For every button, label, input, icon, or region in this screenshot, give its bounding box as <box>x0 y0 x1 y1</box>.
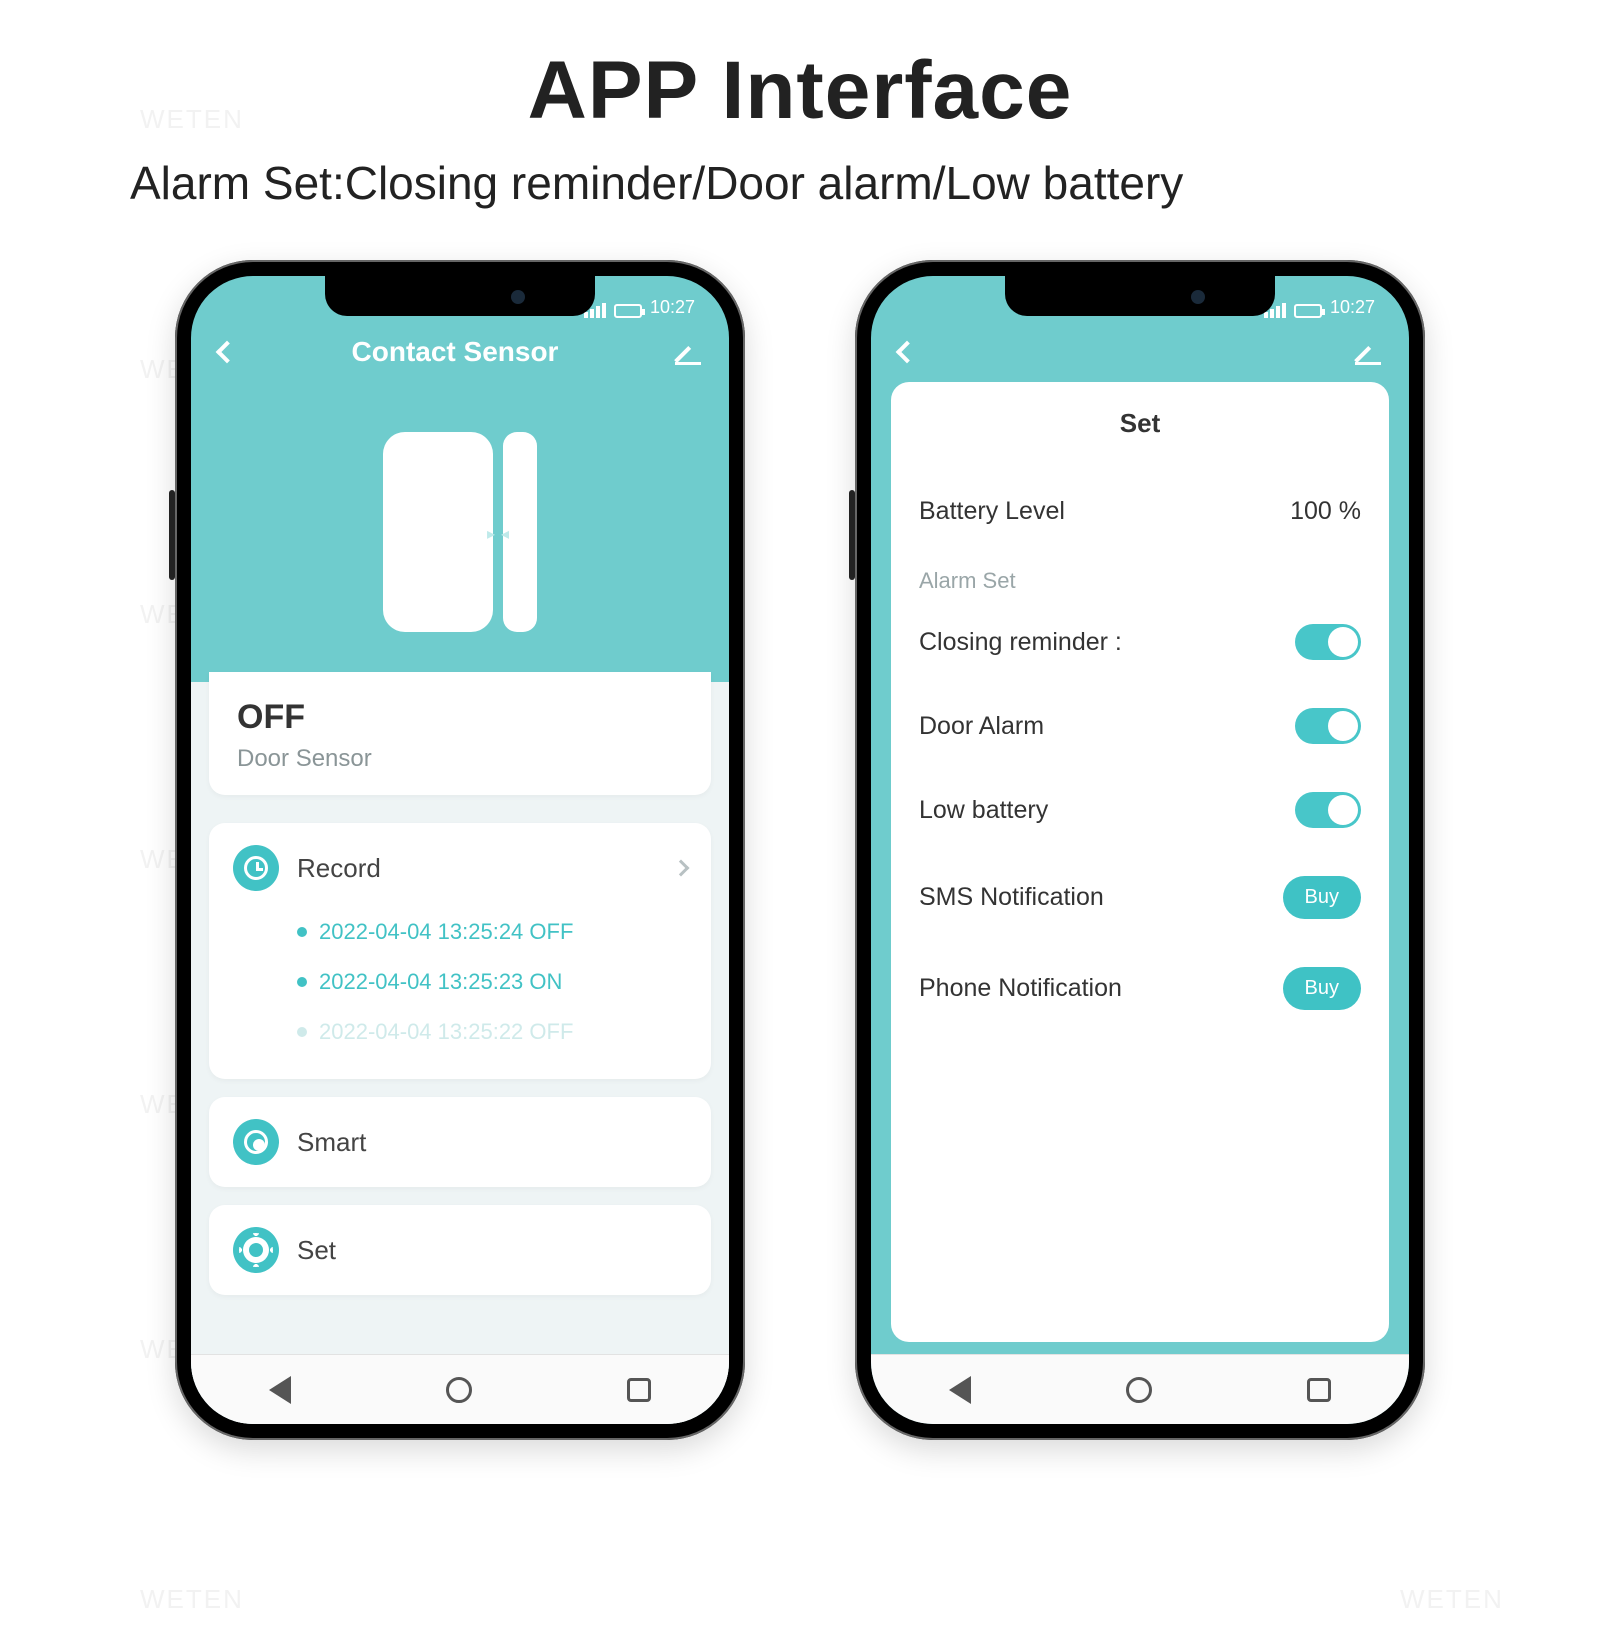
page-title: APP Interface <box>0 44 1600 138</box>
set-card-link[interactable]: Set <box>209 1205 711 1295</box>
door-alarm-label: Door Alarm <box>919 712 1044 741</box>
phone-notification-label: Phone Notification <box>919 974 1122 1003</box>
record-card[interactable]: Record 2022-04-04 13:25:24 OFF 2022-04-0… <box>209 823 711 1079</box>
set-label: Set <box>297 1235 687 1266</box>
phone-buy-button[interactable]: Buy <box>1283 967 1361 1010</box>
android-nav-bar <box>191 1354 729 1424</box>
sms-notification-row: SMS Notification Buy <box>919 852 1361 943</box>
edit-icon[interactable] <box>1355 339 1381 365</box>
record-item: 2022-04-04 13:25:22 OFF <box>297 1007 687 1057</box>
sms-notification-label: SMS Notification <box>919 883 1104 912</box>
nav-recent-icon[interactable] <box>627 1378 651 1402</box>
sensor-state: OFF <box>237 698 683 737</box>
phone-mockup-left: 10:27 Contact Sensor OFF Door Sensor <box>175 260 745 1440</box>
app-header: Contact Sensor <box>191 322 729 382</box>
settings-title: Set <box>919 408 1361 439</box>
sensor-state-label: Door Sensor <box>237 745 683 773</box>
smart-icon <box>233 1119 279 1165</box>
back-icon[interactable] <box>896 341 919 364</box>
battery-icon <box>1294 304 1322 318</box>
closing-reminder-toggle[interactable] <box>1295 624 1361 660</box>
gear-icon <box>233 1227 279 1273</box>
record-label: Record <box>297 853 657 884</box>
sms-buy-button[interactable]: Buy <box>1283 876 1361 919</box>
clock-icon <box>233 845 279 891</box>
nav-back-icon[interactable] <box>269 1376 291 1404</box>
alarm-set-section: Alarm Set <box>919 550 1361 600</box>
battery-level-value: 100 % <box>1290 497 1361 526</box>
header-title: Contact Sensor <box>235 336 675 368</box>
battery-icon <box>614 304 642 318</box>
android-nav-bar <box>871 1354 1409 1424</box>
closing-reminder-label: Closing reminder : <box>919 628 1122 657</box>
status-time: 10:27 <box>1330 297 1375 318</box>
status-time: 10:27 <box>650 297 695 318</box>
closing-reminder-row: Closing reminder : <box>919 600 1361 684</box>
nav-home-icon[interactable] <box>446 1377 472 1403</box>
phone-notification-row: Phone Notification Buy <box>919 943 1361 1034</box>
phone-notch <box>1005 276 1275 316</box>
sensor-illustration <box>191 382 729 682</box>
record-item: 2022-04-04 13:25:23 ON <box>297 957 687 1007</box>
chevron-right-icon <box>673 860 690 877</box>
door-alarm-row: Door Alarm <box>919 684 1361 768</box>
battery-level-label: Battery Level <box>919 497 1065 526</box>
smart-label: Smart <box>297 1127 687 1158</box>
phone-mockup-right: 10:27 Set Battery Level 100 % Alarm Set … <box>855 260 1425 1440</box>
low-battery-label: Low battery <box>919 796 1048 825</box>
nav-back-icon[interactable] <box>949 1376 971 1404</box>
nav-home-icon[interactable] <box>1126 1377 1152 1403</box>
low-battery-toggle[interactable] <box>1295 792 1361 828</box>
page-subtitle: Alarm Set:Closing reminder/Door alarm/Lo… <box>130 156 1600 210</box>
smart-card[interactable]: Smart <box>209 1097 711 1187</box>
edit-icon[interactable] <box>675 339 701 365</box>
nav-recent-icon[interactable] <box>1307 1378 1331 1402</box>
record-item: 2022-04-04 13:25:24 OFF <box>297 907 687 957</box>
app-header <box>871 322 1409 382</box>
status-card: OFF Door Sensor <box>209 672 711 795</box>
phone-notch <box>325 276 595 316</box>
low-battery-row: Low battery <box>919 768 1361 852</box>
settings-card: Set Battery Level 100 % Alarm Set Closin… <box>891 382 1389 1342</box>
door-alarm-toggle[interactable] <box>1295 708 1361 744</box>
battery-level-row: Battery Level 100 % <box>919 473 1361 550</box>
